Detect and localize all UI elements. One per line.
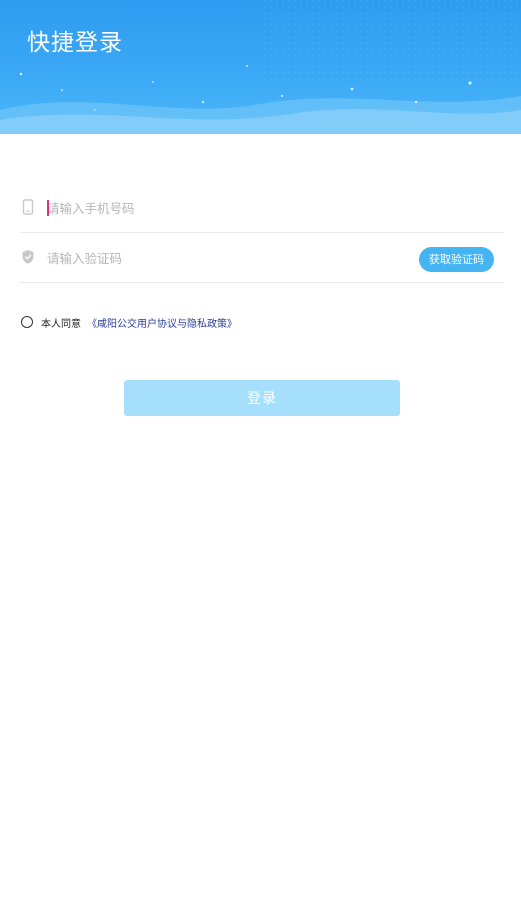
header-banner: 快捷登录 bbox=[0, 0, 521, 134]
text-caret bbox=[47, 200, 49, 216]
agreement-radio[interactable] bbox=[21, 316, 33, 328]
phone-input[interactable] bbox=[47, 195, 407, 221]
login-page: 快捷登录 获取验证码 本人同意 《咸阳公交用户协议与隐私政策》 登录 bbox=[0, 0, 521, 916]
wave-decoration bbox=[0, 0, 521, 134]
agreement-link[interactable]: 《咸阳公交用户协议与隐私政策》 bbox=[87, 315, 237, 330]
login-button[interactable]: 登录 bbox=[124, 380, 400, 416]
phone-icon bbox=[20, 198, 36, 216]
agreement-prefix: 本人同意 bbox=[41, 318, 81, 330]
verification-code-input[interactable] bbox=[47, 245, 407, 271]
agreement-row: 本人同意 《咸阳公交用户协议与隐私政策》 bbox=[21, 314, 237, 330]
phone-field[interactable] bbox=[20, 183, 504, 233]
get-code-button[interactable]: 获取验证码 bbox=[419, 247, 494, 272]
verification-code-field[interactable]: 获取验证码 bbox=[20, 233, 504, 283]
page-title: 快捷登录 bbox=[27, 30, 123, 56]
shield-check-icon bbox=[20, 248, 36, 266]
